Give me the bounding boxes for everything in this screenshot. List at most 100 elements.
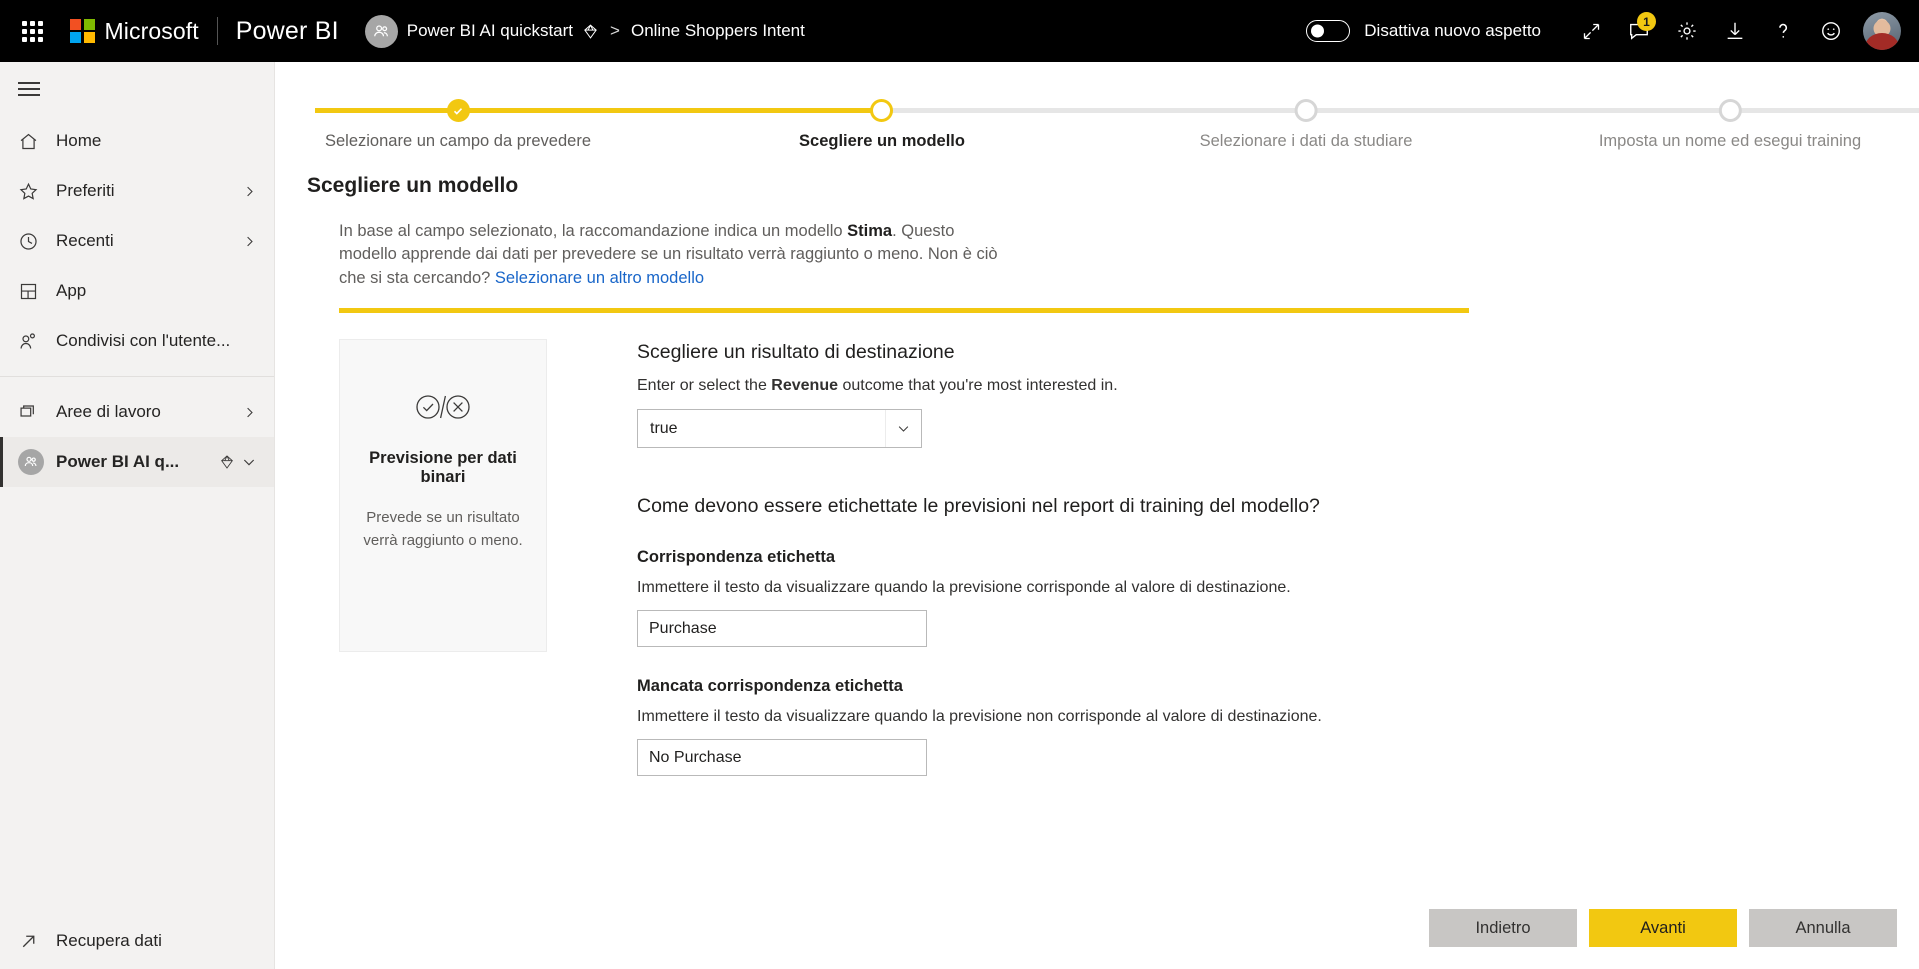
power-bi-home-link[interactable]: Power BI: [236, 17, 339, 46]
sidebar-item-label: Home: [56, 131, 102, 150]
match-label-input[interactable]: [637, 610, 927, 648]
mismatch-label-label: Mancata corrispondenza etichetta: [637, 677, 903, 696]
sidebar-item-workspaces[interactable]: Aree di lavoro: [0, 387, 274, 437]
outcome-section-heading: Scegliere un risultato di destinazione: [637, 341, 955, 364]
step-dot: [870, 99, 894, 122]
recommended-model-card[interactable]: Previsione per dati binari Prevede se un…: [339, 339, 547, 653]
help-icon[interactable]: [1759, 7, 1807, 55]
section-divider-rule: [339, 308, 1469, 314]
next-button[interactable]: Avanti: [1589, 909, 1737, 947]
workspace-avatar: [364, 14, 398, 48]
intro-part1: In base al campo selezionato, la raccoma…: [339, 222, 848, 240]
app-body: Home Preferiti Recenti App Condivisi con…: [0, 62, 1919, 969]
new-look-toggle-switch[interactable]: [1306, 20, 1351, 42]
shared-user-icon: [18, 331, 56, 352]
microsoft-wordmark: Microsoft: [104, 17, 199, 44]
labels-section-heading: Come devono essere etichettate le previs…: [637, 495, 1320, 518]
wizard-step-4[interactable]: Imposta un nome ed esegui training: [1599, 74, 1861, 151]
wizard-step-2[interactable]: Scegliere un modello: [799, 74, 965, 151]
breadcrumb-separator: >: [610, 21, 620, 40]
diamond-icon: [216, 454, 238, 470]
chevron-right-icon[interactable]: [238, 405, 260, 420]
notifications-badge: 1: [1637, 12, 1656, 31]
chevron-right-icon[interactable]: [238, 234, 260, 249]
helper-field-name: Revenue: [771, 377, 838, 395]
wizard-step-1[interactable]: Selezionare un campo da prevedere: [325, 74, 591, 151]
new-look-toggle[interactable]: Disattiva nuovo aspetto: [1306, 20, 1541, 42]
expand-icon[interactable]: [1567, 7, 1615, 55]
microsoft-logo[interactable]: Microsoft: [70, 18, 199, 45]
page-intro-text: In base al campo selezionato, la raccoma…: [339, 220, 1011, 290]
sidebar-item-recent[interactable]: Recenti: [0, 216, 274, 266]
apps-icon: [18, 281, 56, 302]
wizard-step-label: Imposta un nome ed esegui training: [1598, 132, 1862, 150]
sidebar-item-shared-with-me[interactable]: Condivisi con l'utente...: [0, 316, 274, 366]
sidebar-item-label: Power BI AI q...: [56, 452, 180, 471]
step-check-icon: [446, 99, 470, 122]
helper-part1: Enter or select the: [637, 377, 772, 395]
wizard-step-label: Scegliere un modello: [799, 132, 965, 150]
choose-other-model-link[interactable]: Selezionare un altro modello: [495, 269, 704, 287]
back-button[interactable]: Indietro: [1429, 909, 1577, 947]
binary-prediction-icon: [415, 392, 471, 427]
toggle-knob: [1311, 24, 1325, 38]
sidebar-item-apps[interactable]: App: [0, 266, 274, 316]
sidebar-item-label: Recupera dati: [56, 931, 162, 950]
mismatch-label-input[interactable]: [637, 739, 927, 777]
cancel-button[interactable]: Annulla: [1749, 909, 1897, 947]
chevron-down-icon[interactable]: [885, 410, 921, 448]
match-label-field-group: Corrispondenza etichetta Immettere il te…: [637, 548, 1919, 648]
power-bi-app: Microsoft Power BI Power BI AI quickstar…: [0, 0, 1919, 969]
labels-section: Come devono essere etichettate le previs…: [637, 495, 1919, 777]
sidebar-item-label: Preferiti: [56, 181, 115, 200]
hamburger-bars: [18, 78, 40, 101]
step-dot: [1294, 99, 1318, 122]
star-icon: [18, 181, 56, 202]
topbar-divider: [216, 17, 218, 45]
premium-diamond-icon: [582, 23, 599, 40]
breadcrumb-item[interactable]: Online Shoppers Intent: [631, 21, 805, 41]
wizard-step-label: Selezionare i dati da studiare: [1199, 132, 1413, 150]
wizard-step-3[interactable]: Selezionare i dati da studiare: [1199, 74, 1413, 151]
mismatch-label-field-group: Mancata corrispondenza etichetta Immette…: [637, 677, 1919, 777]
target-outcome-dropdown[interactable]: true: [637, 409, 922, 449]
notifications-icon[interactable]: 1: [1615, 7, 1663, 55]
new-look-toggle-label: Disattiva nuovo aspetto: [1364, 21, 1541, 40]
breadcrumb-workspace[interactable]: Power BI AI quickstart: [407, 21, 573, 41]
page-title: Scegliere un modello: [307, 174, 519, 197]
wizard-step-label: Selezionare un campo da prevedere: [324, 132, 592, 150]
sidebar-item-get-data[interactable]: Recupera dati: [0, 913, 274, 969]
sidebar-item-home[interactable]: Home: [0, 116, 274, 166]
user-avatar[interactable]: [1863, 12, 1901, 50]
workspace-avatar-circle: [18, 449, 44, 475]
home-icon: [18, 131, 56, 152]
match-label-label: Corrispondenza etichetta: [637, 548, 836, 567]
arrow-up-right-icon: [18, 931, 56, 952]
feedback-icon[interactable]: [1807, 7, 1855, 55]
target-outcome-value: true: [650, 419, 678, 437]
settings-icon[interactable]: [1663, 7, 1711, 55]
download-icon[interactable]: [1711, 7, 1759, 55]
workspaces-icon: [18, 402, 56, 423]
sidebar-item-label: Aree di lavoro: [56, 402, 161, 421]
sidebar-item-label: Condivisi con l'utente...: [56, 331, 231, 350]
navigation-menu-icon[interactable]: [0, 62, 274, 116]
waffle-grid: [21, 20, 43, 42]
breadcrumb: Power BI AI quickstart > Online Shoppers…: [364, 14, 805, 48]
sidebar-item-favorites[interactable]: Preferiti: [0, 166, 274, 216]
main-content: Selezionare un campo da prevedere Scegli…: [275, 62, 1919, 969]
chevron-down-icon[interactable]: [238, 454, 260, 470]
helper-part2: outcome that you're most interested in.: [838, 377, 1118, 395]
model-card-title: Previsione per dati binari: [369, 449, 517, 487]
clock-icon: [18, 231, 56, 252]
wizard-page-content: Scegliere un modello In base al campo se…: [275, 156, 1919, 969]
top-navigation-bar: Microsoft Power BI Power BI AI quickstar…: [0, 0, 1919, 62]
model-and-form-columns: Previsione per dati binari Prevede se un…: [339, 339, 1919, 777]
chevron-right-icon[interactable]: [238, 184, 260, 199]
workspace-avatar-icon: [18, 449, 56, 475]
match-label-description: Immettere il testo da visualizzare quand…: [637, 579, 1291, 597]
app-launcher-icon[interactable]: [10, 9, 54, 53]
sidebar-item-current-workspace[interactable]: Power BI AI q...: [0, 437, 274, 487]
mismatch-label-description: Immettere il testo da visualizzare quand…: [637, 708, 1322, 726]
